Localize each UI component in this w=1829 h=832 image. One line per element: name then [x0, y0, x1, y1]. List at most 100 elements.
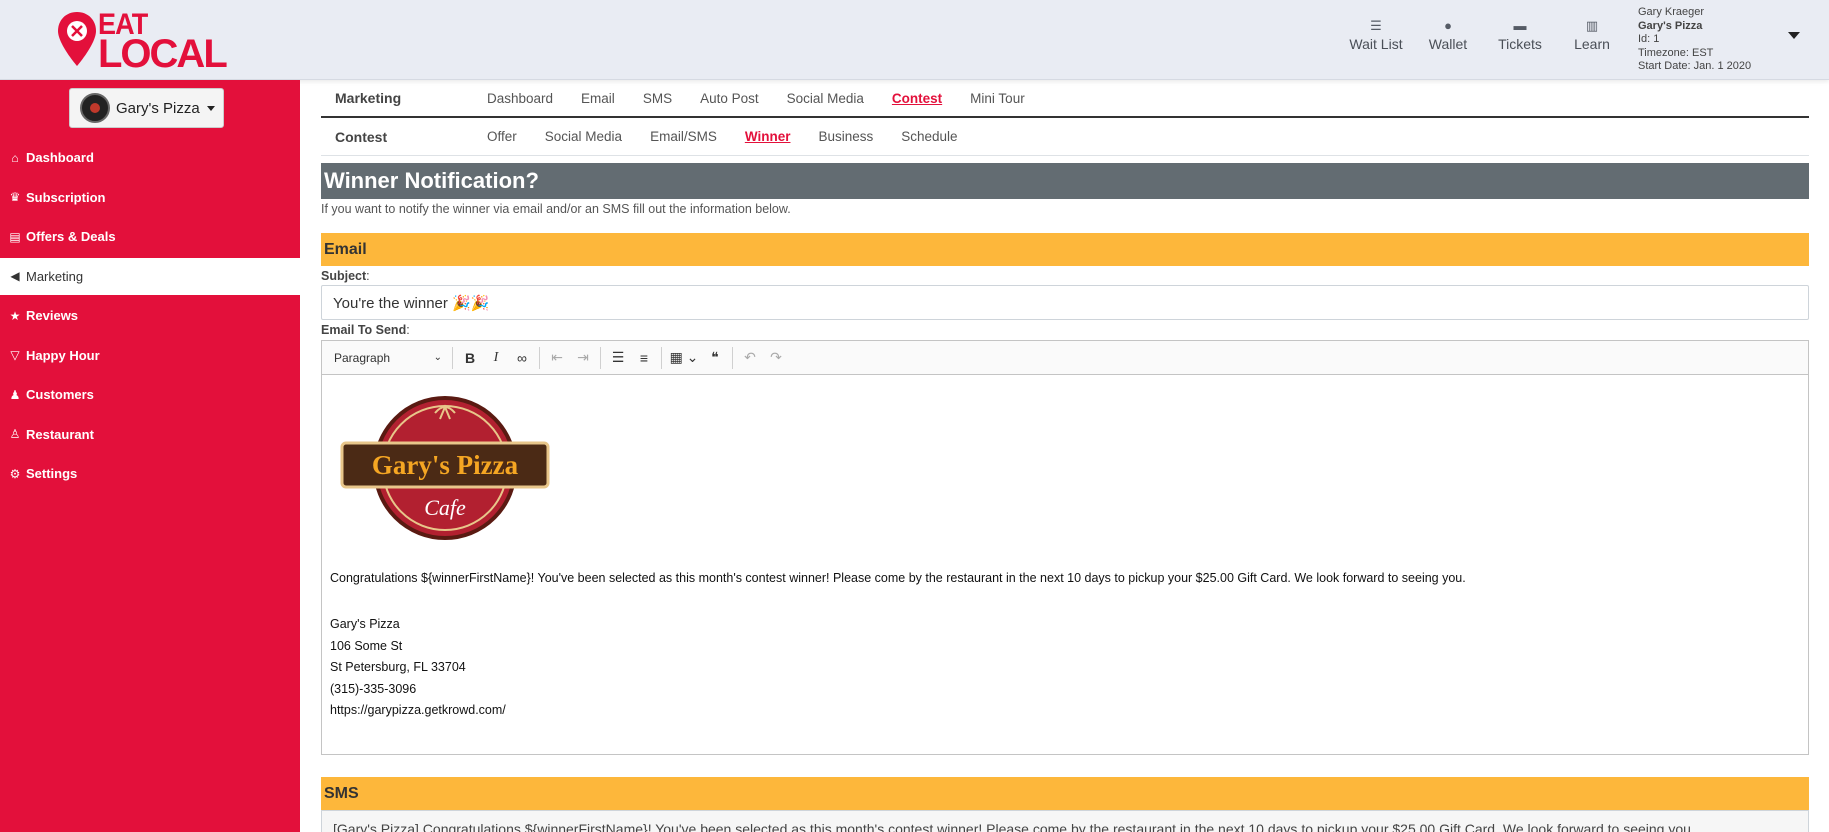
user-info: Gary Kraeger Gary's Pizza Id: 1 Timezone…	[1638, 6, 1751, 74]
subject-label-text: Subject	[321, 269, 367, 283]
email-editor: Paragraph ⌄ B I ∞ ⇤ ⇥ ☰ ≡ ▦ ⌄ ❝ ↶ ↷ Gary…	[321, 340, 1809, 755]
outdent-button[interactable]: ⇤	[544, 345, 570, 371]
cocktail-icon: ▽	[10, 348, 20, 362]
indent-icon: ⇥	[577, 349, 589, 365]
business-selector-label: Gary's Pizza	[116, 99, 200, 117]
top-header: EAT LOCAL ☰ Wait List ● Wallet ▬ Tickets…	[0, 0, 1829, 80]
subject-label: Subject:	[321, 269, 370, 283]
side-nav: ⌂ Dashboard ♛ Subscription ▤ Offers & De…	[0, 139, 300, 495]
sms-message-input[interactable]: [Gary's Pizza] Congratulations ${winnerF…	[321, 810, 1809, 832]
business-selector[interactable]: Gary's Pizza	[69, 88, 224, 128]
star-icon: ★	[9, 308, 21, 323]
logo-local-text: LOCAL	[98, 32, 228, 76]
redo-icon: ↷	[770, 349, 782, 365]
logo-line2: Cafe	[424, 495, 466, 520]
sidebar-item-customers[interactable]: ♟ Customers	[0, 376, 300, 413]
tab-marketing-contest[interactable]: Contest	[878, 91, 956, 106]
tab-contest-schedule[interactable]: Schedule	[887, 129, 971, 144]
topnav-label: Wallet	[1428, 36, 1468, 52]
tab-contest-social-media[interactable]: Social Media	[531, 129, 636, 144]
location-pin-icon	[58, 12, 96, 66]
toolbar-divider	[539, 346, 540, 369]
tab-marketing-mini-tour[interactable]: Mini Tour	[956, 91, 1039, 106]
avatar	[80, 93, 110, 123]
megaphone-icon: ◀	[10, 269, 20, 283]
topnav-learn[interactable]: ▥ Learn	[1556, 18, 1628, 52]
money-bag-icon: ●	[1444, 18, 1452, 33]
garys-pizza-logo-image: Gary's Pizza Cafe	[340, 393, 550, 543]
tab-marketing-social-media[interactable]: Social Media	[773, 91, 878, 106]
topnav-label: Learn	[1574, 36, 1610, 52]
bulleted-list-button[interactable]: ☰	[605, 345, 631, 371]
tab-contest-email-sms[interactable]: Email/SMS	[636, 129, 731, 144]
tab-marketing-sms[interactable]: SMS	[629, 91, 686, 106]
insert-table-button[interactable]: ▦ ⌄	[666, 345, 702, 371]
sidebar-item-label: Happy Hour	[26, 347, 100, 363]
congratulations-message: Congratulations ${winnerFirstName}! You'…	[330, 571, 1466, 585]
sidebar-item-happy-hour[interactable]: ▽ Happy Hour	[0, 337, 300, 374]
sidebar-item-label: Offers & Deals	[26, 229, 116, 244]
marketing-tabs-label: Marketing	[335, 90, 402, 106]
editor-toolbar: Paragraph ⌄ B I ∞ ⇤ ⇥ ☰ ≡ ▦ ⌄ ❝ ↶ ↷	[322, 341, 1808, 375]
bulleted-list-icon: ☰	[611, 349, 625, 365]
main-content: Marketing Dashboard Email SMS Auto Post …	[321, 80, 1809, 832]
user-timezone: Timezone: EST	[1638, 46, 1714, 59]
user-start-date: Start Date: Jan. 1 2020	[1638, 60, 1752, 72]
chevron-down-icon	[206, 105, 215, 111]
sidebar-item-label: Subscription	[26, 189, 106, 205]
tab-contest-business[interactable]: Business	[804, 129, 887, 144]
bold-button[interactable]: B	[457, 345, 483, 371]
sidebar-item-restaurant[interactable]: ♙ Restaurant	[0, 416, 300, 453]
email-editor-body[interactable]: Gary's Pizza Cafe Congratulations ${winn…	[322, 375, 1808, 754]
blockquote-button[interactable]: ❝	[702, 345, 728, 371]
sidebar-item-subscription[interactable]: ♛ Subscription	[0, 179, 300, 216]
topnav-tickets[interactable]: ▬ Tickets	[1484, 18, 1556, 52]
link-icon: ∞	[517, 349, 527, 366]
email-body-label: Email To Send:	[321, 323, 410, 337]
contest-tabs: Contest Offer Social Media Email/SMS Win…	[321, 118, 1809, 156]
crown-icon: ♛	[9, 190, 21, 204]
sidebar-item-reviews[interactable]: ★ Reviews	[0, 297, 300, 334]
sidebar-item-label: Customers	[26, 387, 94, 402]
topnav-wallet[interactable]: ● Wallet	[1412, 18, 1484, 52]
sidebar-item-label: Restaurant	[26, 426, 94, 442]
email-body-label-text: Email To Send	[321, 323, 407, 337]
tab-marketing-dashboard[interactable]: Dashboard	[473, 91, 567, 106]
signature-phone: (315)-335-3096	[330, 681, 417, 696]
sms-section-heading: SMS	[321, 777, 1809, 810]
indent-button[interactable]: ⇥	[570, 345, 596, 371]
link-button[interactable]: ∞	[509, 345, 535, 371]
user-menu-caret-icon[interactable]	[1788, 32, 1800, 39]
toolbar-divider	[600, 346, 601, 369]
subject-input[interactable]: You're the winner 🎉🎉	[321, 285, 1809, 320]
paragraph-style-select[interactable]: Paragraph ⌄	[328, 351, 448, 365]
topnav-wait-list[interactable]: ☰ Wait List	[1340, 18, 1412, 52]
tab-marketing-email[interactable]: Email	[567, 91, 629, 106]
tab-contest-offer[interactable]: Offer	[473, 129, 531, 144]
sidebar-item-settings[interactable]: ⚙ Settings	[0, 455, 300, 492]
home-icon: ⌂	[11, 150, 19, 165]
email-section-heading: Email	[321, 233, 1809, 266]
library-icon: ▥	[1585, 18, 1599, 33]
italic-button[interactable]: I	[483, 345, 509, 371]
toolbar-divider	[452, 346, 453, 369]
chevron-down-icon: ⌄	[433, 352, 442, 363]
users-icon: ♟	[9, 387, 21, 402]
sidebar-item-label: Settings	[26, 466, 78, 481]
eat-local-logo[interactable]: EAT LOCAL	[56, 8, 236, 76]
tab-marketing-auto-post[interactable]: Auto Post	[686, 91, 773, 106]
sidebar-item-dashboard[interactable]: ⌂ Dashboard	[0, 139, 300, 176]
sidebar-item-offers-deals[interactable]: ▤ Offers & Deals	[0, 218, 300, 255]
user-id: Id: 1	[1638, 33, 1660, 45]
page-title: Winner Notification?	[321, 163, 1809, 199]
numbered-list-button[interactable]: ≡	[631, 345, 657, 371]
logo-line1: Gary's Pizza	[372, 450, 519, 480]
undo-button[interactable]: ↶	[737, 345, 763, 371]
sidebar-item-marketing[interactable]: ◀ Marketing	[0, 257, 300, 295]
sidebar-item-label: Dashboard	[26, 150, 94, 165]
list-icon: ☰	[1370, 18, 1382, 33]
page-hint: If you want to notify the winner via ema…	[321, 202, 791, 216]
sidebar-item-label: Reviews	[26, 308, 79, 323]
redo-button[interactable]: ↷	[763, 345, 789, 371]
tab-contest-winner[interactable]: Winner	[731, 129, 805, 144]
